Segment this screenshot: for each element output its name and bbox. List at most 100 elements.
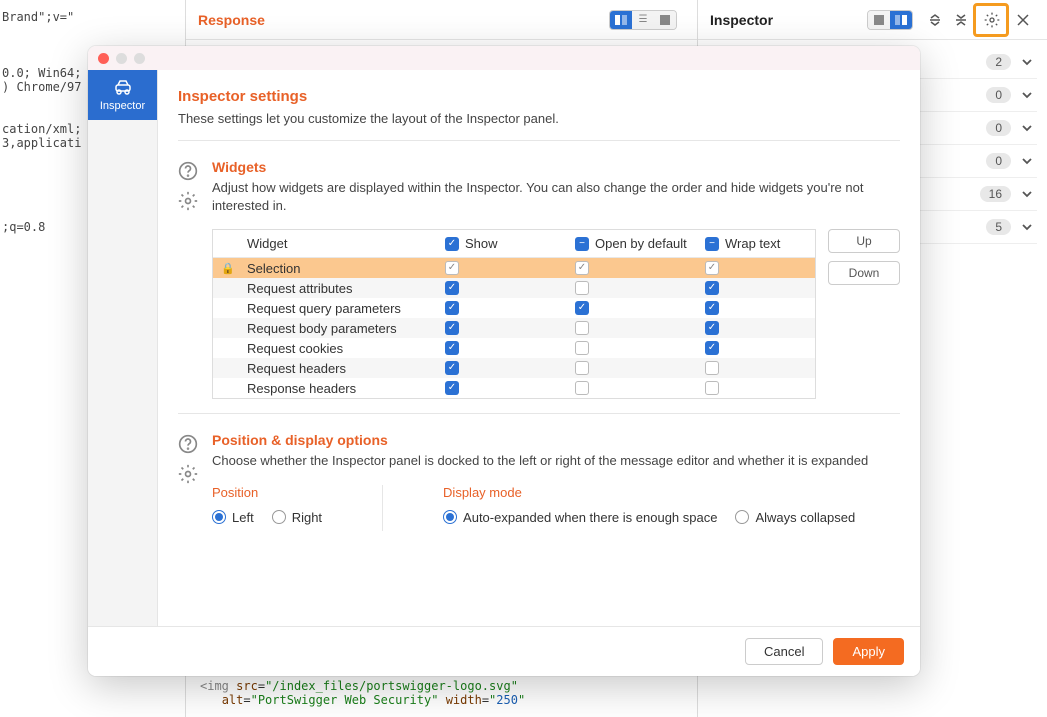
- widget-name-label: Request body parameters: [243, 321, 435, 336]
- position-header: Position: [212, 485, 322, 500]
- col-widget-label: Widget: [243, 236, 435, 251]
- lock-icon: 🔒: [213, 262, 243, 275]
- gear-icon[interactable]: [980, 8, 1004, 32]
- table-row[interactable]: 🔒 Selection ✓ ✓ ✓: [213, 258, 815, 278]
- window-min-dot[interactable]: [116, 53, 127, 64]
- checkbox-icon[interactable]: ✓: [445, 237, 459, 251]
- checkbox-icon[interactable]: ✓: [445, 341, 459, 355]
- col-show[interactable]: ✓Show: [435, 236, 565, 251]
- table-row[interactable]: Request body parameters ✓ ✓: [213, 318, 815, 338]
- position-desc: Choose whether the Inspector panel is do…: [212, 452, 900, 470]
- widget-name-label: Request query parameters: [243, 301, 435, 316]
- view-split-icon[interactable]: [610, 11, 632, 29]
- divider: [178, 140, 900, 141]
- view-list-icon[interactable]: ☰: [632, 11, 654, 29]
- checkbox-icon[interactable]: ✓: [705, 321, 719, 335]
- widgets-desc: Adjust how widgets are displayed within …: [212, 179, 900, 215]
- response-title: Response: [198, 12, 265, 28]
- chevron-down-icon[interactable]: [1021, 188, 1033, 200]
- chevron-down-icon[interactable]: [1021, 122, 1033, 134]
- widgets-title: Widgets: [212, 159, 900, 175]
- table-row[interactable]: Request cookies ✓ ✓: [213, 338, 815, 358]
- count-badge: 2: [986, 54, 1011, 70]
- close-icon[interactable]: [1011, 8, 1035, 32]
- table-header: Widget ✓Show −Open by default −Wrap text: [213, 230, 815, 258]
- display-auto-radio[interactable]: Auto-expanded when there is enough space: [443, 510, 717, 525]
- checkbox-icon[interactable]: [575, 321, 589, 335]
- checkbox-icon[interactable]: ✓: [445, 301, 459, 315]
- checkbox-icon[interactable]: [575, 341, 589, 355]
- sidebar-tab-inspector[interactable]: Inspector: [88, 70, 157, 120]
- modal-titlebar[interactable]: [88, 46, 920, 70]
- checkbox-icon[interactable]: [575, 381, 589, 395]
- table-row[interactable]: Request query parameters ✓ ✓ ✓: [213, 298, 815, 318]
- response-view-toggle[interactable]: ☰: [609, 10, 677, 30]
- table-row[interactable]: Request attributes ✓ ✓: [213, 278, 815, 298]
- widgets-table: Widget ✓Show −Open by default −Wrap text…: [212, 229, 816, 399]
- widget-name-label: Response headers: [243, 381, 435, 396]
- chevron-down-icon[interactable]: [1021, 221, 1033, 233]
- window-close-dot[interactable]: [98, 53, 109, 64]
- inspector-panel-header: Inspector: [698, 0, 1047, 40]
- col-open[interactable]: −Open by default: [565, 236, 695, 251]
- checkbox-icon[interactable]: ✓: [705, 261, 719, 275]
- checkbox-indeterminate-icon[interactable]: −: [575, 237, 589, 251]
- chevron-down-icon[interactable]: [1021, 155, 1033, 167]
- inspector-title: Inspector: [710, 12, 773, 28]
- widget-name-label: Request headers: [243, 361, 435, 376]
- apply-button[interactable]: Apply: [833, 638, 904, 665]
- display-collapsed-radio[interactable]: Always collapsed: [735, 510, 855, 525]
- checkbox-icon[interactable]: [705, 381, 719, 395]
- checkbox-icon[interactable]: ✓: [705, 301, 719, 315]
- display-mode-header: Display mode: [443, 485, 855, 500]
- checkbox-icon[interactable]: ✓: [575, 261, 589, 275]
- view-seg-2-icon[interactable]: [890, 11, 912, 29]
- help-icon[interactable]: [178, 434, 198, 454]
- cancel-button[interactable]: Cancel: [745, 638, 823, 665]
- collapse-icon[interactable]: [949, 8, 973, 32]
- code-fragment-bottom: <img src="/index_files/portswigger-logo.…: [200, 679, 707, 707]
- checkbox-icon[interactable]: ✓: [575, 301, 589, 315]
- checkbox-icon[interactable]: ✓: [705, 281, 719, 295]
- widget-name-label: Request attributes: [243, 281, 435, 296]
- gear-icon[interactable]: [178, 464, 198, 484]
- settings-title: Inspector settings: [178, 88, 900, 105]
- table-row[interactable]: Request headers ✓: [213, 358, 815, 378]
- checkbox-icon[interactable]: ✓: [445, 361, 459, 375]
- checkbox-icon[interactable]: ✓: [705, 341, 719, 355]
- checkbox-icon[interactable]: [575, 281, 589, 295]
- count-badge: 5: [986, 219, 1011, 235]
- up-button[interactable]: Up: [828, 229, 900, 253]
- checkbox-icon[interactable]: [575, 361, 589, 375]
- checkbox-icon[interactable]: ✓: [445, 261, 459, 275]
- count-badge: 0: [986, 120, 1011, 136]
- checkbox-icon[interactable]: ✓: [445, 281, 459, 295]
- checkbox-icon[interactable]: ✓: [445, 321, 459, 335]
- count-badge: 16: [980, 186, 1011, 202]
- settings-gear-highlighted[interactable]: [973, 3, 1009, 37]
- expand-icon[interactable]: [923, 8, 947, 32]
- view-full-icon[interactable]: [654, 11, 676, 29]
- checkbox-icon[interactable]: [705, 361, 719, 375]
- window-max-dot[interactable]: [134, 53, 145, 64]
- modal-sidebar: Inspector: [88, 70, 158, 626]
- position-right-radio[interactable]: Right: [272, 510, 322, 525]
- position-left-radio[interactable]: Left: [212, 510, 254, 525]
- chevron-down-icon[interactable]: [1021, 56, 1033, 68]
- count-badge: 0: [986, 153, 1011, 169]
- checkbox-icon[interactable]: ✓: [445, 381, 459, 395]
- sidebar-tab-label: Inspector: [100, 100, 145, 112]
- table-row[interactable]: Response headers ✓: [213, 378, 815, 398]
- view-seg-1-icon[interactable]: [868, 11, 890, 29]
- widget-name-label: Selection: [243, 261, 435, 276]
- modal-footer: Cancel Apply: [88, 626, 920, 676]
- count-badge: 0: [986, 87, 1011, 103]
- gear-icon[interactable]: [178, 191, 198, 211]
- chevron-down-icon[interactable]: [1021, 89, 1033, 101]
- position-title: Position & display options: [212, 432, 900, 448]
- help-icon[interactable]: [178, 161, 198, 181]
- inspector-view-toggle[interactable]: [867, 10, 913, 30]
- checkbox-indeterminate-icon[interactable]: −: [705, 237, 719, 251]
- down-button[interactable]: Down: [828, 261, 900, 285]
- col-wrap[interactable]: −Wrap text: [695, 236, 815, 251]
